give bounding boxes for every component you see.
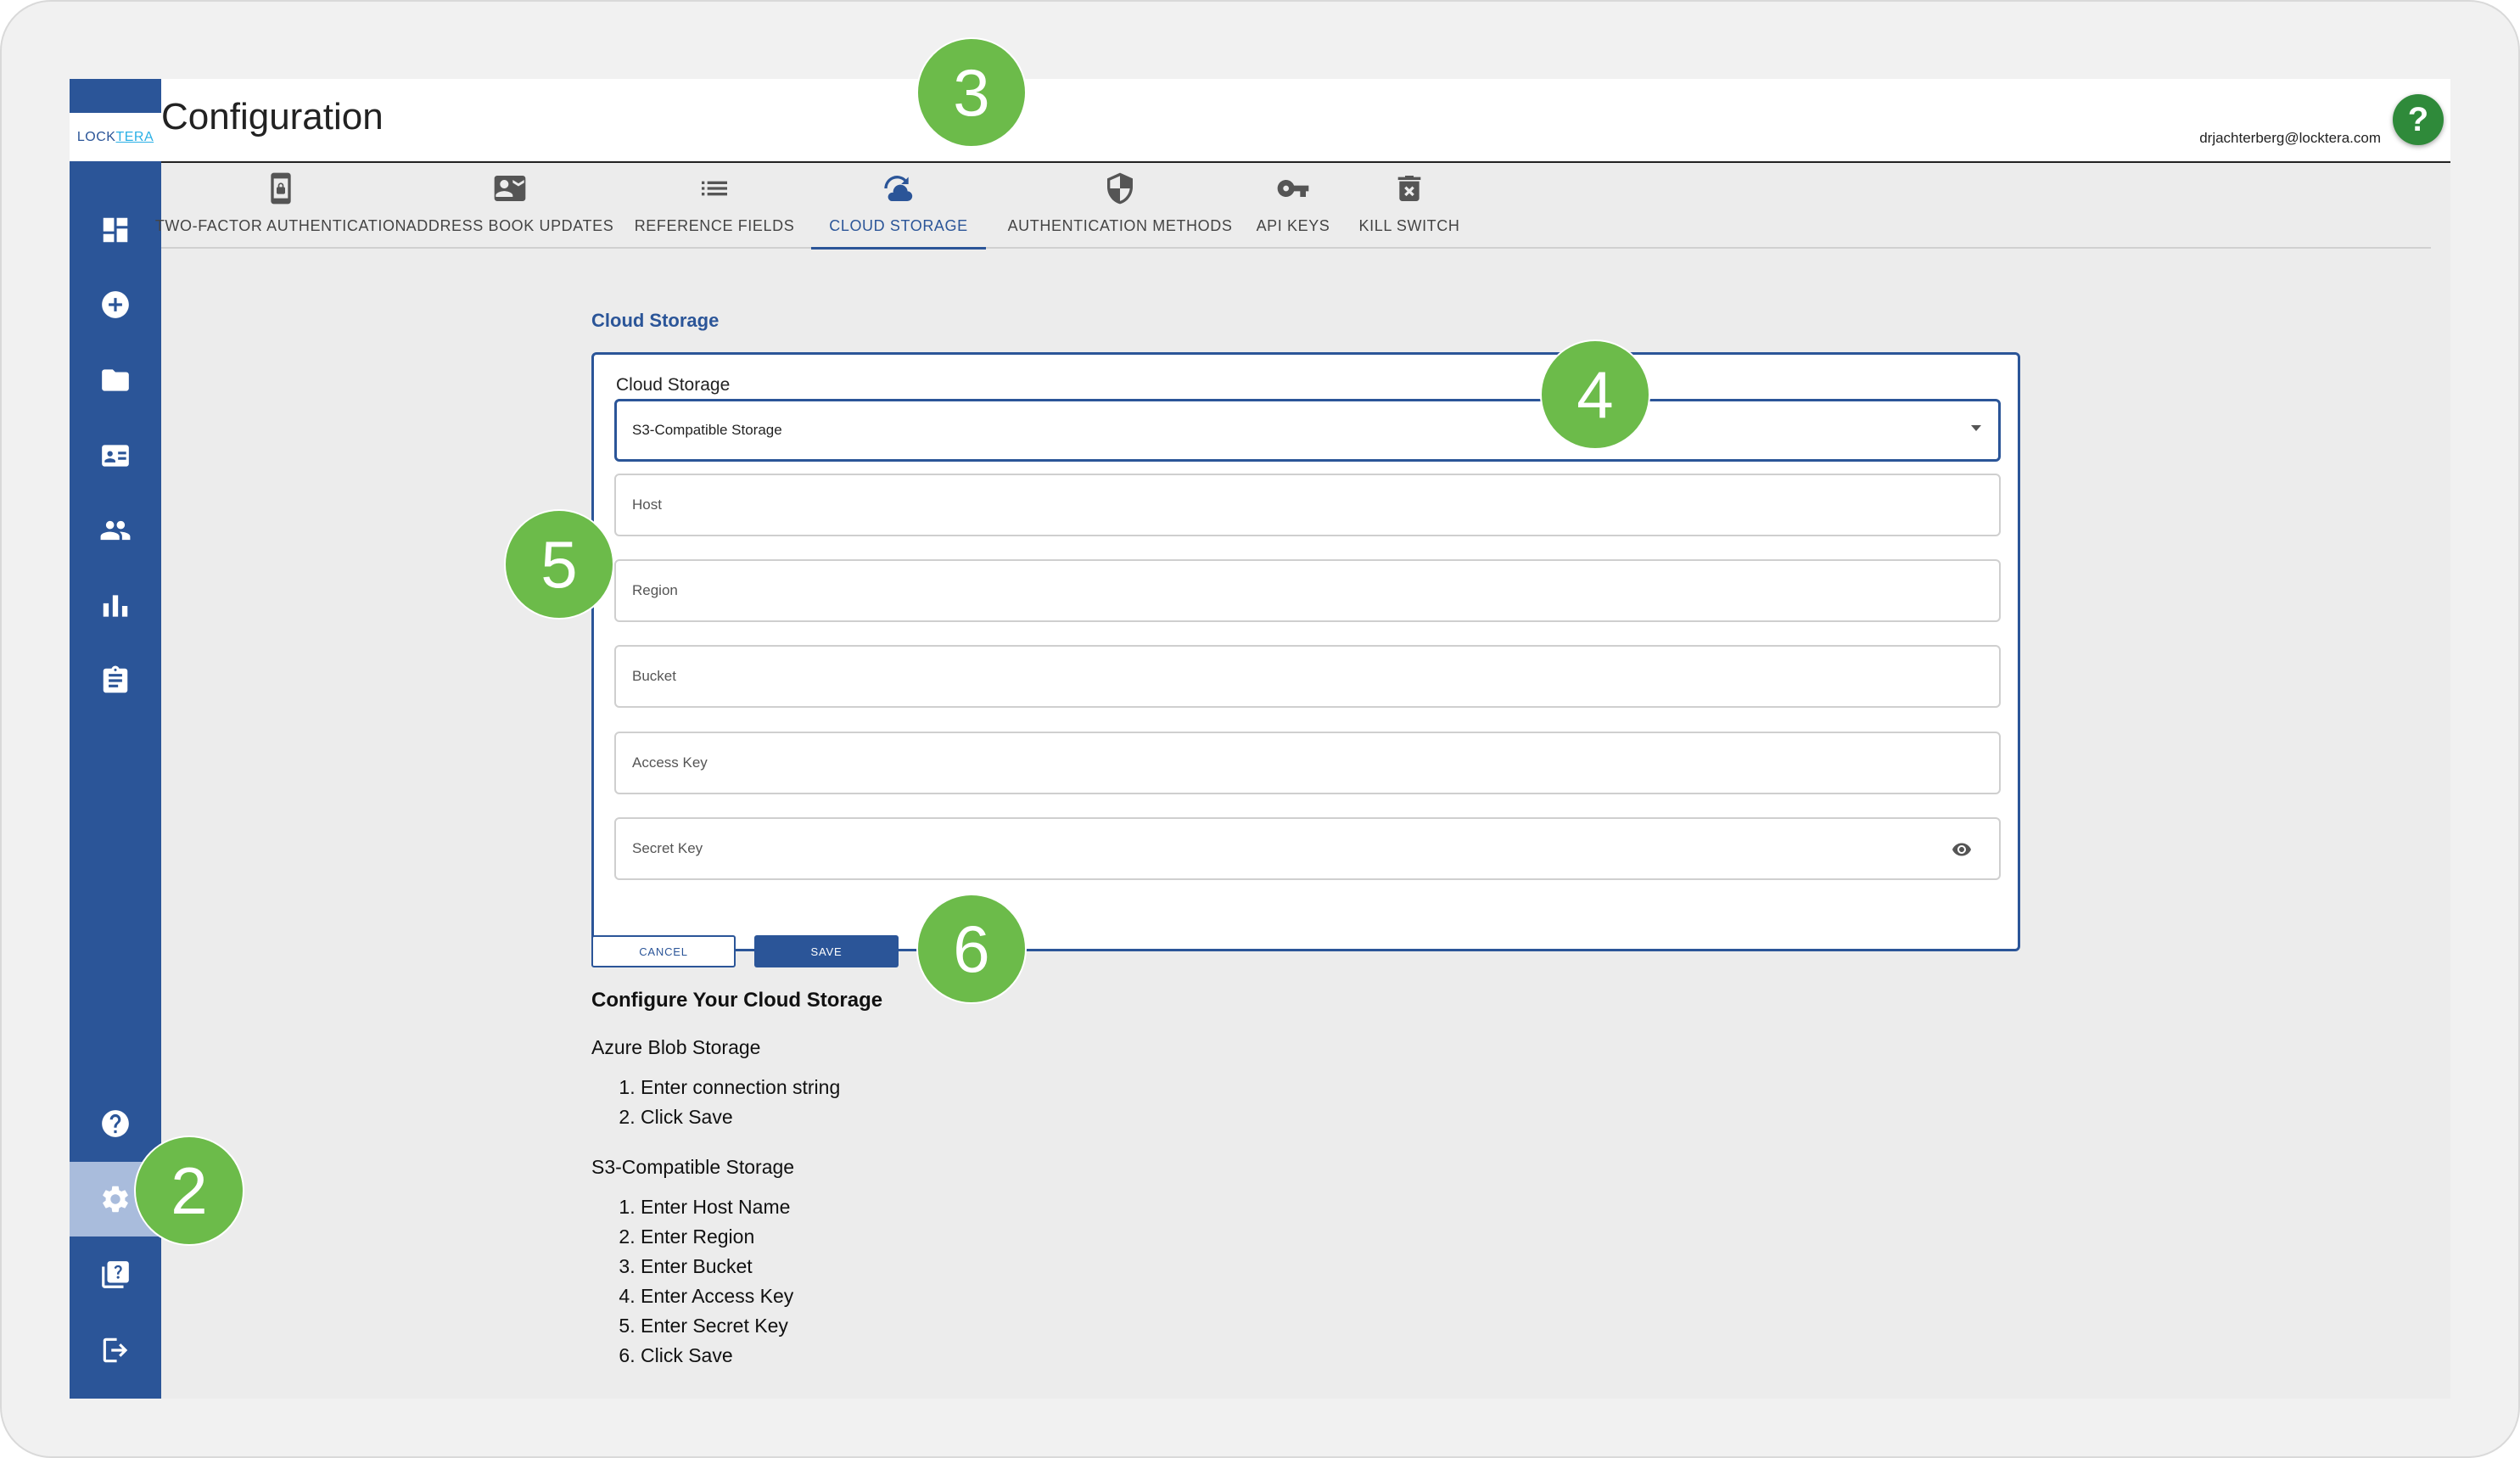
tab-authentication-methods[interactable]: AUTHENTICATION METHODS: [1007, 163, 1233, 247]
logout-icon: [103, 1337, 128, 1363]
logo-lock: LOCK: [76, 130, 116, 144]
callout-5: 5: [504, 509, 614, 620]
list-icon: [702, 181, 727, 196]
cancel-button[interactable]: CANCEL: [591, 935, 736, 967]
phone-lock-icon: [271, 172, 291, 205]
tab-two-factor-authentication[interactable]: TWO-FACTOR AUTHENTICATION: [155, 163, 406, 247]
list-item: Enter Secret Key: [641, 1311, 882, 1341]
people-icon: [100, 520, 131, 541]
eye-icon[interactable]: [1950, 839, 1974, 860]
contact-mail-icon: [494, 176, 526, 201]
access-key-placeholder: Access Key: [632, 754, 708, 771]
app-window: LOCKTERA Configuration drjachterberg@loc…: [70, 79, 2450, 1399]
tab-label: KILL SWITCH: [1358, 217, 1460, 234]
s3-title: S3-Compatible Storage: [591, 1156, 795, 1178]
clipboard-icon: [103, 665, 128, 693]
sidebar-item-contacts[interactable]: [70, 418, 161, 493]
callout-2: 2: [134, 1136, 244, 1246]
tab-address-book-updates[interactable]: ADDRESS BOOK UPDATES: [406, 163, 614, 247]
gear-icon: [103, 1186, 128, 1213]
list-item: Enter Region: [641, 1222, 882, 1252]
sidebar-item-dashboard[interactable]: [70, 193, 161, 267]
callout-3: 3: [916, 37, 1027, 148]
sidebar-item-help[interactable]: [70, 1086, 161, 1161]
sidebar-item-users[interactable]: [70, 493, 161, 568]
secret-key-placeholder: Secret Key: [632, 840, 703, 856]
contact-card-icon: [102, 445, 129, 467]
azure-title: Azure Blob Storage: [591, 1036, 761, 1058]
config-tabs: TWO-FACTOR AUTHENTICATION ADDRESS BOOK U…: [155, 163, 2431, 250]
user-email: drjachterberg@locktera.com: [2199, 130, 2381, 146]
tab-label: REFERENCE FIELDS: [634, 217, 795, 234]
secret-key-field[interactable]: Secret Key: [614, 817, 2001, 880]
tab-cloud-storage[interactable]: CLOUD STORAGE: [811, 163, 986, 250]
cloud-storage-card: Cloud Storage S3-Compatible Storage Host…: [591, 352, 2020, 951]
instructions: Configure Your Cloud Storage Azure Blob …: [591, 989, 882, 1394]
host-placeholder: Host: [632, 496, 662, 513]
header: Configuration drjachterberg@locktera.com…: [161, 79, 2450, 163]
list-item: Enter Bucket: [641, 1252, 882, 1281]
tab-api-keys[interactable]: API KEYS: [1252, 163, 1334, 247]
cloud-sync-icon: [884, 176, 913, 202]
list-item: Click Save: [641, 1341, 882, 1371]
cloud-storage-select[interactable]: S3-Compatible Storage: [614, 399, 2001, 462]
sidebar-item-audit[interactable]: [70, 643, 161, 718]
add-circle-icon: [102, 291, 129, 318]
trash-x-icon: [1397, 176, 1421, 201]
bar-chart-icon: [103, 595, 128, 617]
sidebar-item-create[interactable]: [70, 267, 161, 342]
sidebar-item-logout[interactable]: [70, 1313, 161, 1388]
callout-4: 4: [1540, 339, 1650, 450]
region-placeholder: Region: [632, 582, 678, 598]
key-icon: [1277, 180, 1309, 197]
bucket-placeholder: Bucket: [632, 668, 676, 684]
region-field[interactable]: Region: [614, 559, 2001, 622]
instructions-heading: Configure Your Cloud Storage: [591, 989, 883, 1012]
folder-icon: [102, 369, 129, 391]
sidebar-item-files[interactable]: [70, 343, 161, 418]
list-item: Enter connection string: [641, 1073, 882, 1102]
help-button[interactable]: ?: [2393, 94, 2444, 145]
sidebar-item-reports[interactable]: [70, 569, 161, 643]
tab-label: API KEYS: [1256, 217, 1330, 234]
tab-label: AUTHENTICATION METHODS: [1007, 217, 1233, 234]
azure-steps: Enter connection string Click Save: [591, 1073, 882, 1132]
tab-kill-switch[interactable]: KILL SWITCH: [1356, 163, 1463, 247]
tab-label: CLOUD STORAGE: [829, 217, 968, 234]
select-value: S3-Compatible Storage: [632, 422, 782, 438]
bucket-field[interactable]: Bucket: [614, 645, 2001, 708]
save-button[interactable]: SAVE: [754, 935, 899, 967]
callout-6: 6: [916, 894, 1027, 1004]
help-circle-icon: [102, 1110, 129, 1137]
list-item: Enter Host Name: [641, 1192, 882, 1222]
page-title: Configuration: [161, 96, 384, 137]
tab-label: ADDRESS BOOK UPDATES: [406, 217, 614, 234]
logo-tera: TERA: [115, 130, 154, 144]
tab-reference-fields[interactable]: REFERENCE FIELDS: [634, 163, 795, 247]
s3-steps: Enter Host Name Enter Region Enter Bucke…: [591, 1192, 882, 1371]
chevron-down-icon: [1971, 425, 1981, 431]
list-item: Enter Access Key: [641, 1281, 882, 1311]
shield-icon: [1107, 172, 1133, 205]
logo-text: LOCKTERA: [70, 130, 161, 145]
host-field[interactable]: Host: [614, 474, 2001, 536]
cloud-storage-select-label: Cloud Storage: [616, 375, 731, 395]
tab-label: TWO-FACTOR AUTHENTICATION: [154, 217, 407, 234]
list-item: Click Save: [641, 1102, 882, 1132]
section-title: Cloud Storage: [591, 310, 720, 331]
help-book-icon: [102, 1261, 129, 1288]
sidebar-item-documentation[interactable]: [70, 1237, 161, 1312]
access-key-field[interactable]: Access Key: [614, 732, 2001, 794]
logo[interactable]: LOCKTERA: [70, 79, 161, 161]
dashboard-icon: [103, 217, 128, 243]
